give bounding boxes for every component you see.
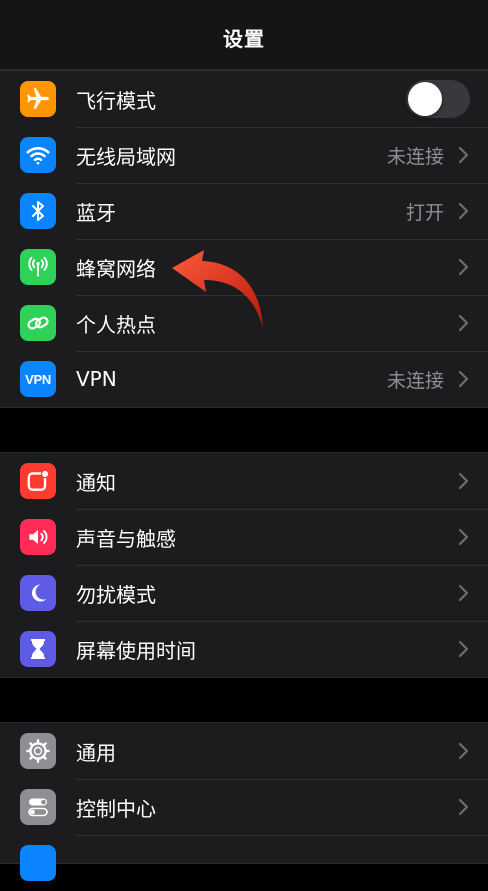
settings-row-vpn[interactable]: VPN VPN 未连接	[0, 351, 488, 407]
wifi-icon	[20, 137, 56, 173]
gear-icon	[20, 733, 56, 769]
airplane-mode-label: 飞行模式	[76, 88, 156, 113]
page-title: 设置	[223, 27, 265, 51]
red-curved-arrow-icon	[172, 250, 263, 328]
general-label: 通用	[76, 740, 116, 765]
chevron-right-icon	[458, 742, 469, 760]
settings-group-connectivity: 飞行模式 无线局域网 未连接 蓝牙 打开 蜂窝网络 个人热点 VPN VPN 未…	[0, 70, 488, 408]
chevron-right-icon	[458, 202, 469, 220]
vpn-icon-text: VPN	[25, 371, 51, 387]
vpn-icon: VPN	[20, 361, 56, 397]
settings-group-general: 通用 控制中心	[0, 722, 488, 881]
vpn-label: VPN	[76, 367, 117, 391]
navigation-bar: 设置	[0, 0, 488, 70]
chevron-right-icon	[458, 314, 469, 332]
settings-row-do-not-disturb[interactable]: 勿扰模式	[0, 565, 488, 621]
chevron-right-icon	[458, 798, 469, 816]
hourglass-icon	[20, 631, 56, 667]
settings-row-notifications[interactable]: 通知	[0, 453, 488, 509]
notifications-label: 通知	[76, 470, 116, 495]
wifi-status-value: 未连接	[386, 145, 444, 168]
cellular-label: 蜂窝网络	[76, 256, 156, 281]
airplane-mode-toggle[interactable]	[406, 80, 470, 118]
bluetooth-icon	[20, 193, 56, 229]
bluetooth-status-value: 打开	[405, 201, 444, 224]
chevron-right-icon	[458, 528, 469, 546]
hotspot-chain-icon	[20, 305, 56, 341]
chevron-right-icon	[458, 584, 469, 602]
airplane-icon	[20, 81, 56, 117]
settings-row-control-center[interactable]: 控制中心	[0, 779, 488, 835]
chevron-right-icon	[458, 258, 469, 276]
vpn-status-value: 未连接	[386, 369, 444, 392]
chevron-right-icon	[458, 146, 469, 164]
control-center-icon	[20, 789, 56, 825]
screen-time-label: 屏幕使用时间	[76, 638, 196, 663]
do-not-disturb-label: 勿扰模式	[76, 582, 156, 607]
sounds-haptics-label: 声音与触感	[76, 526, 176, 551]
cellular-antenna-icon	[20, 249, 56, 285]
settings-row-bluetooth[interactable]: 蓝牙 打开	[0, 183, 488, 239]
settings-row-general[interactable]: 通用	[0, 723, 488, 779]
settings-row-wifi[interactable]: 无线局域网 未连接	[0, 127, 488, 183]
notification-icon	[20, 463, 56, 499]
settings-row-screen-time[interactable]: 屏幕使用时间	[0, 621, 488, 677]
settings-row-sounds-haptics[interactable]: 声音与触感	[0, 509, 488, 565]
chevron-right-icon	[458, 370, 469, 388]
settings-row-airplane-mode: 飞行模式	[0, 71, 488, 127]
bluetooth-label: 蓝牙	[76, 200, 116, 225]
chevron-right-icon	[458, 640, 469, 658]
control-center-label: 控制中心	[76, 796, 156, 821]
speaker-icon	[20, 519, 56, 555]
settings-row-partial	[0, 835, 488, 891]
moon-icon	[20, 575, 56, 611]
display-icon	[20, 845, 56, 881]
chevron-right-icon	[458, 472, 469, 490]
settings-group-notifications: 通知 声音与触感 勿扰模式 屏幕使用时间	[0, 452, 488, 678]
personal-hotspot-label: 个人热点	[76, 312, 156, 337]
toggle-knob	[408, 82, 442, 116]
wifi-label: 无线局域网	[76, 144, 176, 169]
